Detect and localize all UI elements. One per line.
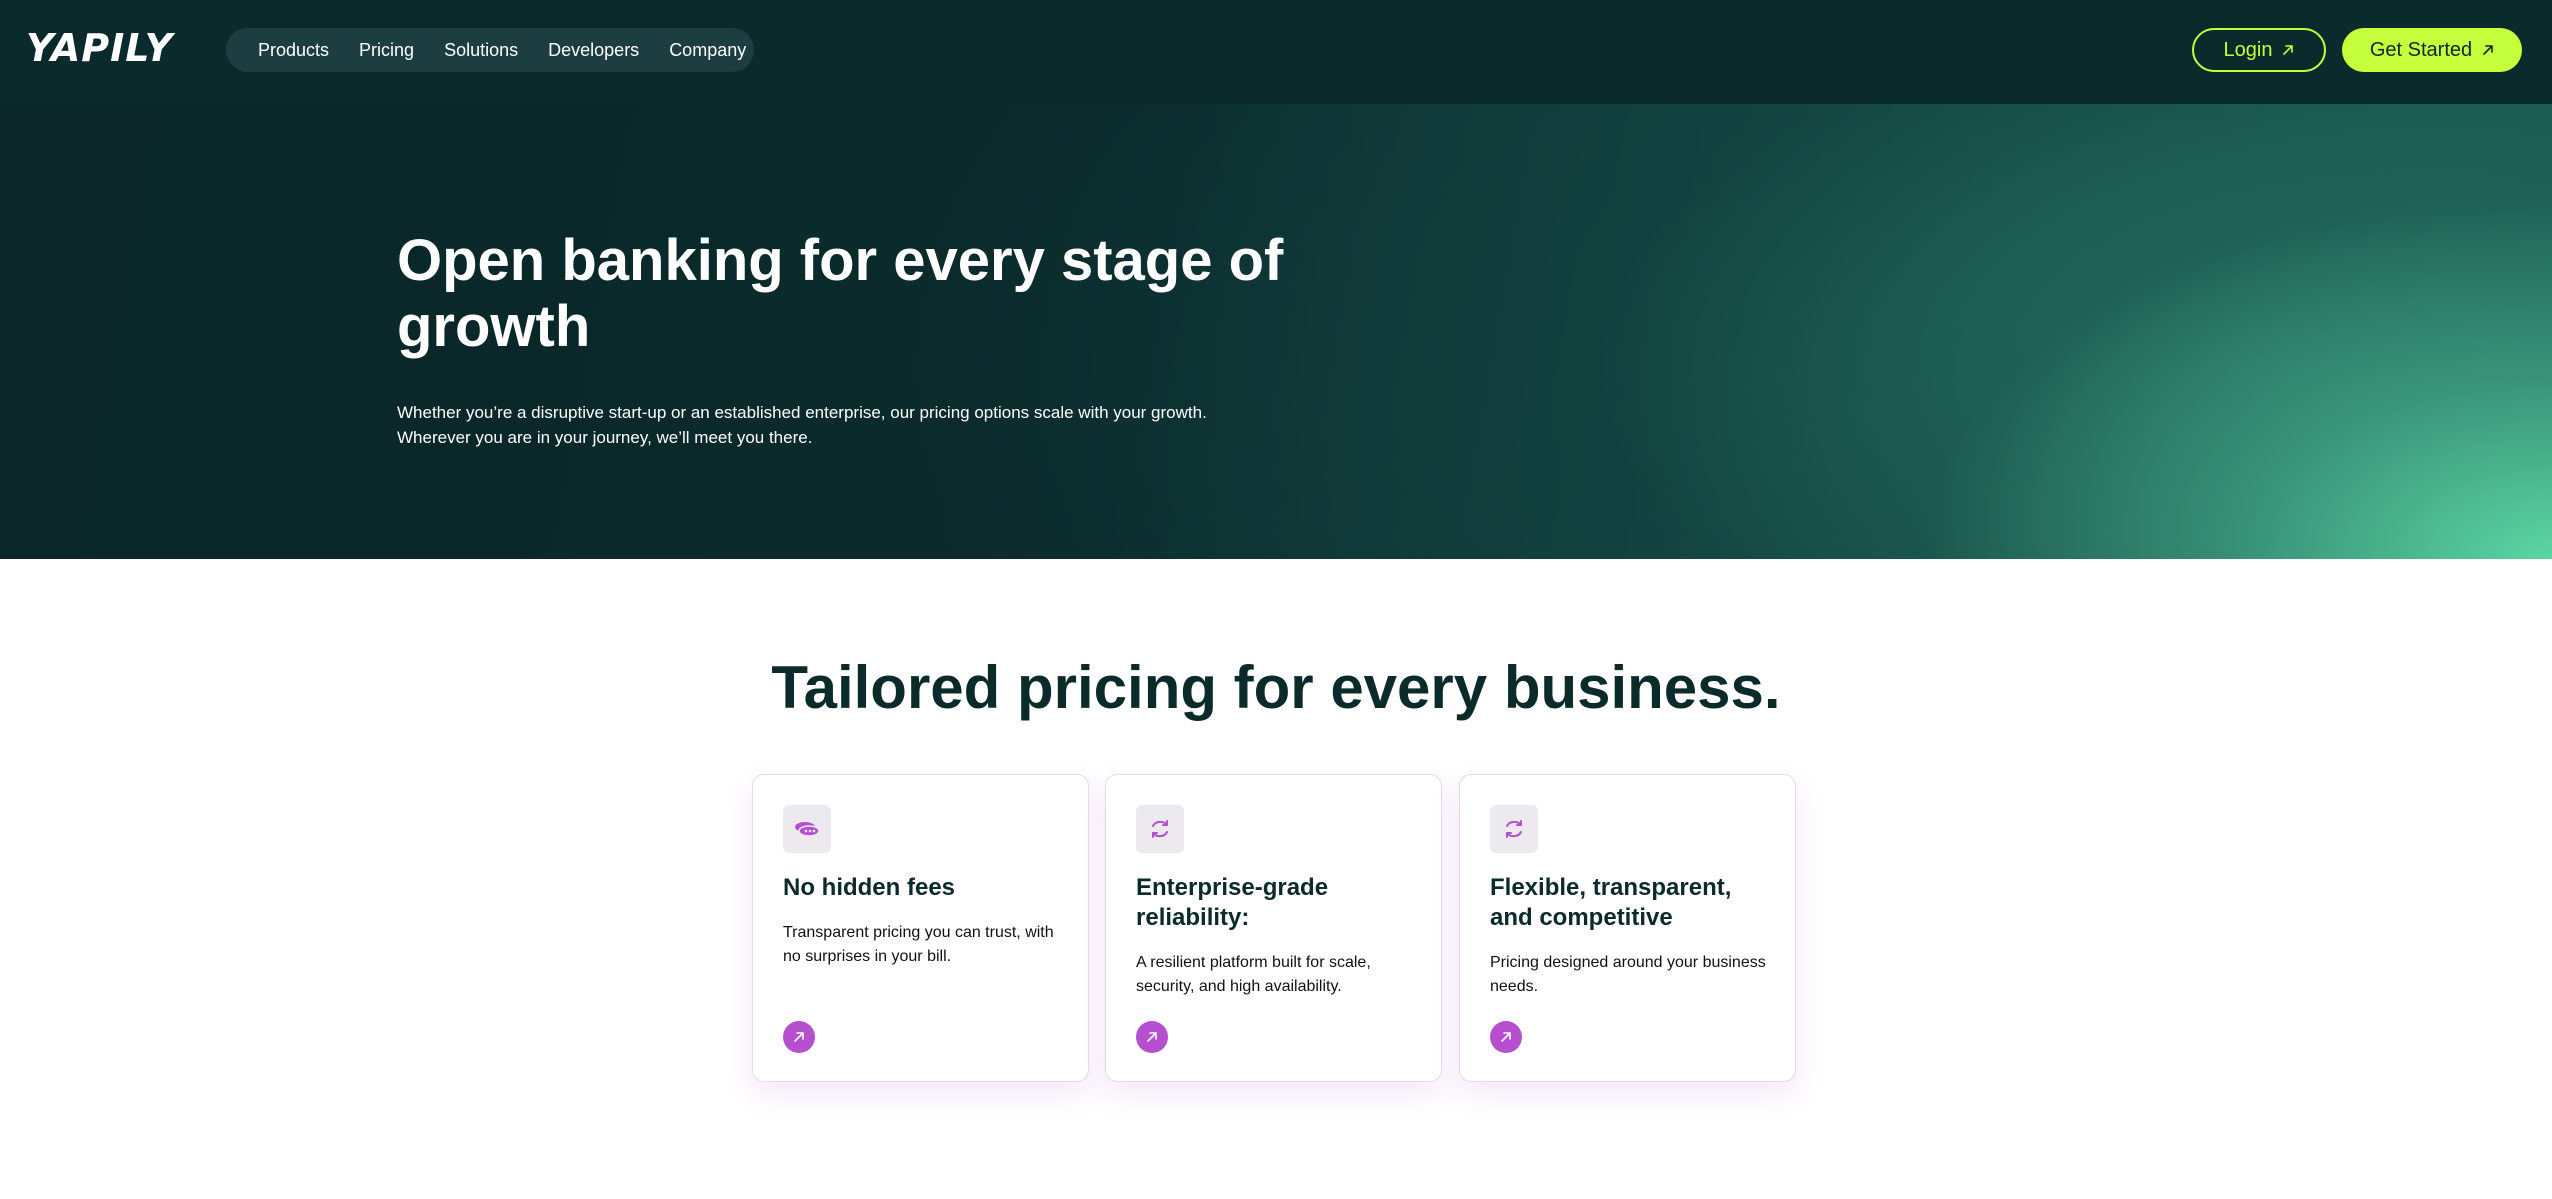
get-started-button[interactable]: Get Started bbox=[2342, 28, 2522, 72]
get-started-button-label: Get Started bbox=[2369, 38, 2473, 61]
login-button[interactable]: Login bbox=[2192, 28, 2326, 72]
nav-item-products[interactable]: Products bbox=[258, 40, 329, 61]
card-title: Enterprise-grade reliability: bbox=[1136, 874, 1329, 931]
pricing-card-no-hidden-fees[interactable]: No hidden fees Transparent pricing you c… bbox=[752, 774, 1089, 1082]
yapily-logo[interactable]: YAPILY bbox=[26, 28, 173, 68]
card-link-button[interactable] bbox=[1136, 1021, 1168, 1053]
nav-item-solutions[interactable]: Solutions bbox=[444, 40, 518, 61]
refresh-icon bbox=[1506, 820, 1522, 838]
hero-section: Open banking for every stage of growth W… bbox=[0, 104, 2552, 559]
card-link-button[interactable] bbox=[1490, 1021, 1522, 1053]
arrow-up-right-icon bbox=[794, 1032, 804, 1042]
card-description: Pricing designed around your business ne… bbox=[1490, 954, 1766, 995]
pricing-card-flexible-competitive[interactable]: Flexible, transparent, and competitive P… bbox=[1459, 774, 1796, 1082]
nav-item-pricing[interactable]: Pricing bbox=[359, 40, 414, 61]
hero-subtitle: Whether you’re a disruptive start-up or … bbox=[397, 400, 1257, 450]
arrow-up-right-icon bbox=[1147, 1032, 1157, 1042]
card-icon-container bbox=[783, 805, 831, 853]
refresh-icon bbox=[1152, 820, 1168, 838]
site-header: YAPILY Products Pricing Solutions Develo… bbox=[0, 0, 2552, 104]
arrow-up-right-icon bbox=[2283, 45, 2294, 55]
coins-icon bbox=[795, 822, 820, 837]
card-description: A resilient platform built for scale, se… bbox=[1136, 954, 1371, 995]
hero-subtitle-line-2: Wherever you are in your journey, we’ll … bbox=[397, 428, 813, 447]
login-button-label: Login bbox=[2223, 38, 2273, 61]
card-icon-container bbox=[1136, 805, 1184, 853]
card-icon-container bbox=[1490, 805, 1538, 853]
arrow-up-right-icon bbox=[1501, 1032, 1511, 1042]
card-title: Flexible, transparent, and competitive bbox=[1490, 874, 1732, 931]
main-nav: Products Pricing Solutions Developers Co… bbox=[226, 28, 754, 72]
card-description: Transparent pricing you can trust, with … bbox=[783, 924, 1054, 965]
pricing-card-enterprise-reliability[interactable]: Enterprise-grade reliability: A resilien… bbox=[1105, 774, 1442, 1082]
card-link-button[interactable] bbox=[783, 1021, 815, 1053]
hero-title: Open banking for every stage of growth bbox=[397, 228, 1284, 359]
card-title: No hidden fees bbox=[783, 874, 956, 901]
nav-item-developers[interactable]: Developers bbox=[548, 40, 639, 61]
pricing-section-title: Tailored pricing for every business. bbox=[771, 654, 1781, 721]
arrow-up-right-icon bbox=[2483, 45, 2493, 55]
hero-subtitle-line-1: Whether you’re a disruptive start-up or … bbox=[397, 403, 1207, 422]
nav-item-company[interactable]: Company bbox=[669, 40, 746, 61]
